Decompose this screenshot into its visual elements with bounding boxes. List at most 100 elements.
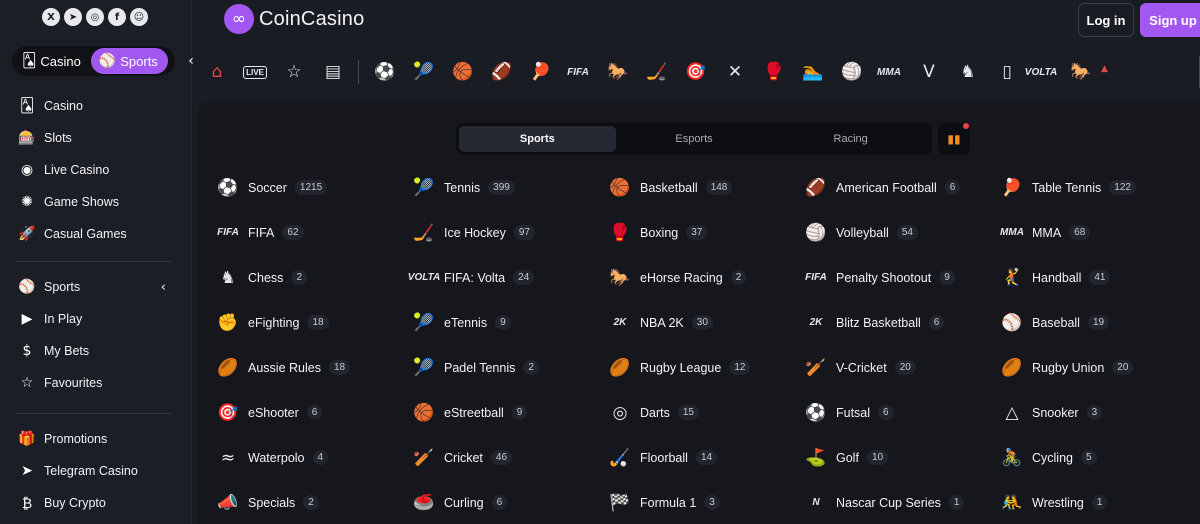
sport-item-baseball[interactable]: ⚾ Baseball 19 bbox=[1000, 300, 1196, 345]
sidebar-item-label: Buy Crypto bbox=[44, 496, 106, 510]
sidebar-item-casual-games[interactable]: 🚀 Casual Games bbox=[0, 218, 192, 250]
sport-item-basketball[interactable]: 🏀 Basketball 148 bbox=[608, 165, 804, 210]
sport-item-v-cricket[interactable]: 🏏 V-Cricket 20 bbox=[804, 345, 1000, 390]
sport-count-badge: 9 bbox=[495, 315, 511, 330]
sport-item-chess[interactable]: ♞ Chess 2 bbox=[216, 255, 412, 300]
swimming-icon[interactable]: 🏊 bbox=[800, 60, 826, 84]
tab-sports[interactable]: Sports bbox=[459, 126, 616, 152]
fifa-icon[interactable]: FIFA bbox=[565, 60, 591, 84]
facebook-icon[interactable]: f bbox=[108, 8, 126, 26]
ice-hockey-icon[interactable]: 🏒 bbox=[644, 60, 670, 84]
sport-item-rugby-union[interactable]: 🏉 Rugby Union 20 bbox=[1000, 345, 1196, 390]
sport-item-curling[interactable]: 🥌 Curling 6 bbox=[412, 480, 608, 524]
sidebar-item-in-play[interactable]: ▶ In Play bbox=[0, 303, 192, 335]
star-icon[interactable]: ☆ bbox=[281, 60, 307, 84]
chevron-left-icon[interactable]: ‹ bbox=[161, 280, 166, 295]
volleyball-icon[interactable]: 🏐 bbox=[839, 60, 865, 84]
sidebar-item-slots[interactable]: 🎰 Slots bbox=[0, 122, 192, 154]
betslip-icon[interactable]: ▤ bbox=[320, 60, 346, 84]
sport-item-penalty-shootout[interactable]: FIFA Penalty Shootout 9 bbox=[804, 255, 1000, 300]
sport-item-mma[interactable]: MMA MMA 68 bbox=[1000, 210, 1196, 255]
sport-item-snooker[interactable]: △ Snooker 3 bbox=[1000, 390, 1196, 435]
sport-item-golf[interactable]: ⛳ Golf 10 bbox=[804, 435, 1000, 480]
chess-icon[interactable]: ♞ bbox=[955, 60, 981, 84]
tab-esports[interactable]: Esports bbox=[616, 126, 773, 152]
soccer-icon[interactable]: ⚽ bbox=[372, 60, 398, 84]
basketball-icon[interactable]: 🏀 bbox=[450, 60, 476, 84]
sport-item-darts[interactable]: ◎ Darts 15 bbox=[608, 390, 804, 435]
sport-item-futsal[interactable]: ⚽ Futsal 6 bbox=[804, 390, 1000, 435]
toggle-sports[interactable]: ⚾ Sports bbox=[90, 48, 168, 74]
x-icon[interactable]: X bbox=[42, 8, 60, 26]
sport-item-ice-hockey[interactable]: 🏒 Ice Hockey 97 bbox=[412, 210, 608, 255]
sport-name: Waterpolo bbox=[248, 450, 305, 465]
divider bbox=[16, 413, 171, 414]
toggle-casino[interactable]: 🂡 Casino bbox=[14, 48, 89, 74]
sport-item-nba-2k[interactable]: 2K NBA 2K 30 bbox=[608, 300, 804, 345]
sport-item-wrestling[interactable]: 🤼 Wrestling 1 bbox=[1000, 480, 1196, 524]
sidebar-item-my-bets[interactable]: $ My Bets bbox=[0, 335, 192, 367]
sidebar-item-promotions[interactable]: 🎁 Promotions bbox=[0, 423, 192, 455]
login-button[interactable]: Log in bbox=[1078, 3, 1134, 37]
sport-item-handball[interactable]: 🤾 Handball 41 bbox=[1000, 255, 1196, 300]
sport-count-badge: 68 bbox=[1069, 225, 1091, 240]
sport-item-american-football[interactable]: 🏈 American Football 6 bbox=[804, 165, 1000, 210]
sidebar-item-favourites[interactable]: ☆ Favourites bbox=[0, 367, 192, 399]
sidebar-item-sports[interactable]: ⚾ Sports ‹ bbox=[0, 271, 192, 303]
boxing-icon[interactable]: 🥊 bbox=[761, 60, 787, 84]
sport-item-fifa[interactable]: FIFA FIFA 62 bbox=[216, 210, 412, 255]
sport-item-efighting[interactable]: ✊ eFighting 18 bbox=[216, 300, 412, 345]
horse-racing-icon[interactable]: 🐎 bbox=[605, 60, 631, 84]
esports-icon[interactable]: ✕ bbox=[722, 60, 748, 84]
ehorse-racing-icon[interactable]: 🐎 bbox=[1068, 60, 1094, 84]
sidebar-item-game-shows[interactable]: ✺ Game Shows bbox=[0, 186, 192, 218]
sport-item-cycling[interactable]: 🚴 Cycling 5 bbox=[1000, 435, 1196, 480]
sport-item-nascar-cup-series[interactable]: N Nascar Cup Series 1 bbox=[804, 480, 1000, 524]
caret-up-icon[interactable]: ▲ bbox=[1101, 64, 1111, 74]
brand-logo[interactable]: ∞ CoinCasino bbox=[224, 4, 364, 34]
sport-item-aussie-rules[interactable]: 🏉 Aussie Rules 18 bbox=[216, 345, 412, 390]
sport-item-boxing[interactable]: 🥊 Boxing 37 bbox=[608, 210, 804, 255]
sport-item-floorball[interactable]: 🏑 Floorball 14 bbox=[608, 435, 804, 480]
sport-item-tennis[interactable]: 🎾 Tennis 399 bbox=[412, 165, 608, 210]
sport-item-padel-tennis[interactable]: 🎾 Padel Tennis 2 bbox=[412, 345, 608, 390]
sidebar-item-live-casino[interactable]: ◉ Live Casino bbox=[0, 154, 192, 186]
league-icon[interactable]: ▯ bbox=[994, 60, 1020, 84]
sport-item-formula-1[interactable]: 🏁 Formula 1 3 bbox=[608, 480, 804, 524]
tennis-icon[interactable]: 🎾 bbox=[411, 60, 437, 84]
sport-item-waterpolo[interactable]: ≈ Waterpolo 4 bbox=[216, 435, 412, 480]
sport-item-specials[interactable]: 📣 Specials 2 bbox=[216, 480, 412, 524]
sidebar-item-casino[interactable]: 🂡 Casino bbox=[0, 90, 192, 122]
mma-icon[interactable]: MMA bbox=[876, 60, 902, 84]
sport-item-volleyball[interactable]: 🏐 Volleyball 54 bbox=[804, 210, 1000, 255]
signup-button[interactable]: Sign up bbox=[1140, 3, 1200, 37]
sport-item-estreetball[interactable]: 🏀 eStreetball 9 bbox=[412, 390, 608, 435]
instagram-icon[interactable]: ◎ bbox=[86, 8, 104, 26]
sidebar-item-buy-crypto[interactable]: ₿ Buy Crypto bbox=[0, 487, 192, 519]
sport-item-blitz-basketball[interactable]: 2K Blitz Basketball 6 bbox=[804, 300, 1000, 345]
sport-item-soccer[interactable]: ⚽ Soccer 1215 bbox=[216, 165, 412, 210]
fifa-volta-icon[interactable]: VOLTA bbox=[1025, 60, 1057, 84]
sport-item-etennis[interactable]: 🎾 eTennis 9 bbox=[412, 300, 608, 345]
sport-item-table-tennis[interactable]: 🏓 Table Tennis 122 bbox=[1000, 165, 1196, 210]
table-tennis-icon[interactable]: 🏓 bbox=[528, 60, 554, 84]
american-football-icon[interactable]: 🏈 bbox=[489, 60, 515, 84]
valorant-icon[interactable]: V bbox=[916, 60, 942, 84]
telegram-icon[interactable]: ➤ bbox=[64, 8, 82, 26]
home-icon[interactable]: ⌂ bbox=[204, 60, 230, 84]
sport-item-fifa-volta[interactable]: VOLTA FIFA: Volta 24 bbox=[408, 255, 608, 300]
live-icon[interactable]: LIVE bbox=[242, 60, 268, 84]
sport-item-cricket[interactable]: 🏏 Cricket 46 bbox=[412, 435, 608, 480]
sport-item-rugby-league[interactable]: 🏉 Rugby League 12 bbox=[608, 345, 804, 390]
sport-item-ehorse-racing[interactable]: 🐎 eHorse Racing 2 bbox=[608, 255, 804, 300]
collapse-sidebar-button[interactable]: ‹ bbox=[180, 48, 202, 74]
sport-count-badge: 14 bbox=[695, 450, 718, 465]
sidebar-item-telegram-casino[interactable]: ➤ Telegram Casino bbox=[0, 455, 192, 487]
tab-racing[interactable]: Racing bbox=[772, 126, 929, 152]
eshooter-icon[interactable]: 🎯 bbox=[683, 60, 709, 84]
sport-item-eshooter[interactable]: 🎯 eShooter 6 bbox=[216, 390, 412, 435]
sport-name: eTennis bbox=[444, 315, 488, 330]
sport-name: MMA bbox=[1032, 225, 1062, 240]
discord-icon[interactable]: ☺ bbox=[130, 8, 148, 26]
sport-name: Tennis bbox=[444, 180, 481, 195]
